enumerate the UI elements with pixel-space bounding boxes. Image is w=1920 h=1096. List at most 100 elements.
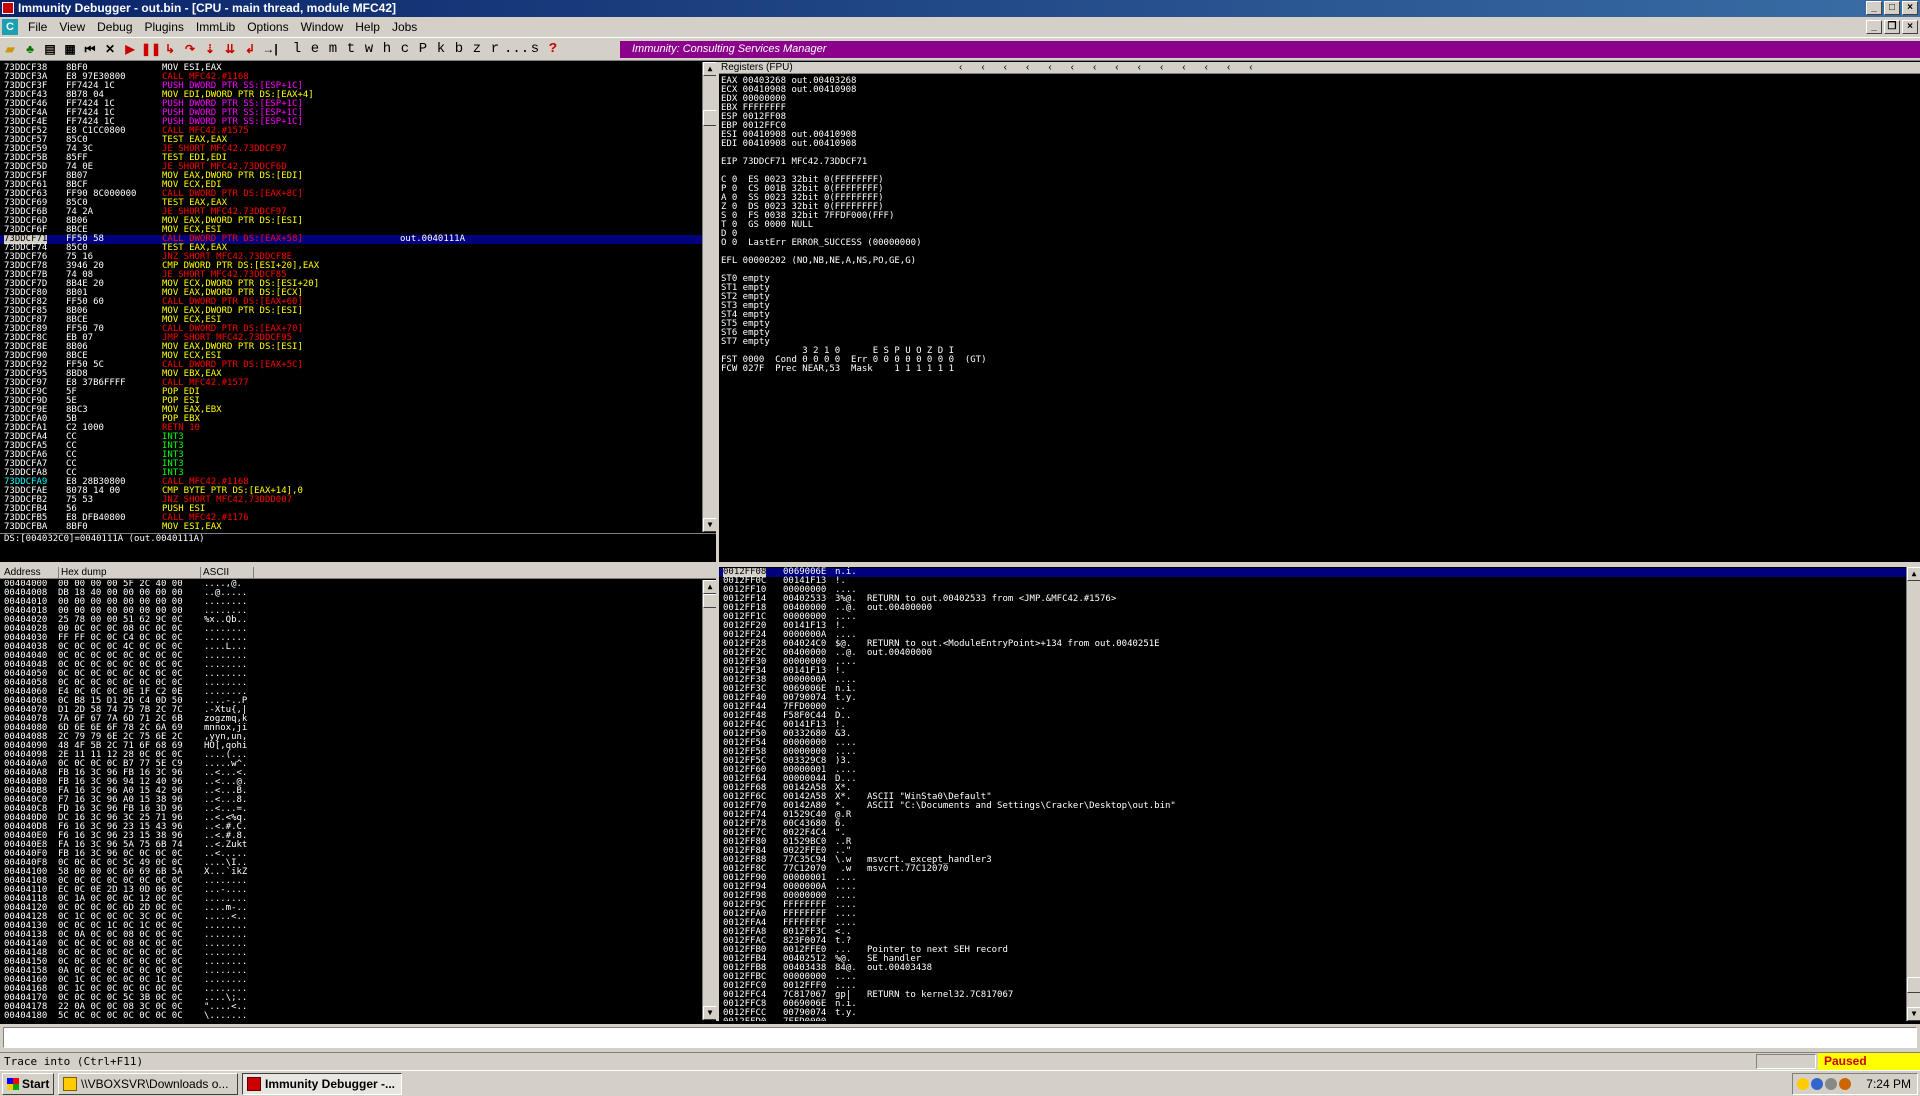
- pause-icon[interactable]: ❚❚: [141, 40, 161, 58]
- disasm-row[interactable]: 73DDCF5F 8B07 MOV EAX,DWORD PTR DS:[EDI]: [0, 172, 716, 181]
- step-into-icon[interactable]: ↳: [161, 40, 179, 58]
- close-debuggee-icon[interactable]: ✕: [101, 40, 119, 58]
- disasm-row[interactable]: 73DDCF5B 85FF TEST EDI,EDI: [0, 154, 716, 163]
- register-line[interactable]: ST2 empty: [721, 293, 1920, 302]
- stack-row[interactable]: 0012FF2C 00400000 ..@. out.00400000: [719, 649, 1920, 658]
- mdi-minimize-icon[interactable]: _: [1866, 20, 1882, 34]
- stack-row[interactable]: 0012FFC8 0069006E n.i.: [719, 1000, 1920, 1009]
- menu-view[interactable]: View: [53, 20, 91, 34]
- stack-row[interactable]: 0012FF50 00332680 &3.: [719, 730, 1920, 739]
- tool-t[interactable]: t: [342, 40, 360, 58]
- stack-row[interactable]: 0012FF9C FFFFFFFF....: [719, 901, 1920, 910]
- menu-plugins[interactable]: Plugins: [139, 20, 190, 34]
- stack-row[interactable]: 0012FF80 01529BC0 ..R: [719, 838, 1920, 847]
- disasm-row[interactable]: 73DDCF85 8B06 MOV EAX,DWORD PTR DS:[ESI]: [0, 307, 716, 316]
- step-over-icon[interactable]: ↷: [181, 40, 199, 58]
- disasm-row[interactable]: 73DDCF80 8B01 MOV EAX,DWORD PTR DS:[ECX]: [0, 289, 716, 298]
- register-line[interactable]: EDX 00000000: [721, 95, 1920, 104]
- register-line[interactable]: [721, 266, 1920, 275]
- stack-row[interactable]: 0012FF18 00400000 ..@. out.00400000: [719, 604, 1920, 613]
- shield-icon[interactable]: [1797, 1078, 1809, 1090]
- register-line[interactable]: T 0 GS 0000 NULL: [721, 221, 1920, 230]
- menu-debug[interactable]: Debug: [91, 20, 138, 34]
- memory-icon[interactable]: ▦: [61, 40, 79, 58]
- disasm-row[interactable]: 73DDCFA4 CC INT3: [0, 433, 716, 442]
- tool-b[interactable]: b: [450, 40, 468, 58]
- stack-row[interactable]: 0012FFA8 0012FF3C <..: [719, 928, 1920, 937]
- trace-over-icon[interactable]: ⇊: [221, 40, 239, 58]
- command-input[interactable]: [3, 1027, 1917, 1048]
- stack-row[interactable]: 0012FF70 00142A80 *. ASCII "C:\Documents an…: [719, 802, 1920, 811]
- tool-more[interactable]: ...: [504, 40, 529, 58]
- disasm-row[interactable]: 73DDCF3F FF7424 1C PUSH DWORD PTR SS:[ESP+…: [0, 82, 716, 91]
- consulting-banner[interactable]: Immunity: Consulting Services Manager: [620, 41, 1920, 58]
- stack-row[interactable]: 0012FF74 01529C40 @.R: [719, 811, 1920, 820]
- stack-row[interactable]: 0012FF5C 003329C8)3.: [719, 757, 1920, 766]
- disasm-row[interactable]: 73DDCF71 FF50 58 CALL DWORD PTR DS:[EAX+58…: [0, 235, 716, 244]
- stack-row[interactable]: 0012FF7C 0022F4C4 ".: [719, 829, 1920, 838]
- disasm-row[interactable]: 73DDCF6F 8BCE MOV ECX,ESI: [0, 226, 716, 235]
- stack-row[interactable]: 0012FF60 00000001....: [719, 766, 1920, 775]
- disasm-row[interactable]: 73DDCFB5 E8 DFB40800 CALL MFC42.#1176: [0, 514, 716, 523]
- volume-icon[interactable]: [1825, 1078, 1837, 1090]
- register-line[interactable]: FCW 027F Prec NEAR,53 Mask 1 1 1 1 1 1: [721, 365, 1920, 374]
- maximize-icon[interactable]: □: [1884, 1, 1900, 15]
- register-line[interactable]: ST0 empty: [721, 275, 1920, 284]
- menu-file[interactable]: File: [22, 20, 53, 34]
- tool-p[interactable]: P: [414, 40, 432, 58]
- register-line[interactable]: ECX 00410908 out.00410908: [721, 86, 1920, 95]
- disasm-row[interactable]: 73DDCFAE 8078 14 00 CMP BYTE PTR DS:[EAX+1…: [0, 487, 716, 496]
- network-icon[interactable]: [1811, 1078, 1823, 1090]
- dump-scroll-thumb[interactable]: [703, 594, 716, 608]
- registers-pane[interactable]: EAX 00403268 out.00403268 ECX 00410908 ou…: [719, 75, 1920, 562]
- attach-icon[interactable]: ♣: [21, 40, 39, 58]
- menu-jobs[interactable]: Jobs: [386, 20, 423, 34]
- stack-scroll-thumb[interactable]: [1907, 977, 1920, 993]
- disasm-row[interactable]: 73DDCFA7 CC INT3: [0, 460, 716, 469]
- execute-till-return-icon[interactable]: ↲: [241, 40, 259, 58]
- disasm-row[interactable]: 73DDCFA1 C2 1000 RETN 10: [0, 424, 716, 433]
- scroll-down-icon[interactable]: ▼: [703, 518, 716, 532]
- disasm-row[interactable]: 73DDCF90 8BCE MOV ECX,ESI: [0, 352, 716, 361]
- register-line[interactable]: O 0 LastErr ERROR_SUCCESS (00000000): [721, 239, 1920, 248]
- disasm-row[interactable]: 73DDCFA6 CC INT3: [0, 451, 716, 460]
- tool-e[interactable]: e: [306, 40, 324, 58]
- stack-row[interactable]: 0012FF34 00141F13!.: [719, 667, 1920, 676]
- disasm-row[interactable]: 73DDCF9C 5F POP EDI: [0, 388, 716, 397]
- disasm-row[interactable]: 73DDCFB2 75 53 JNZ SHORT MFC42.73DDD007: [0, 496, 716, 505]
- stack-row[interactable]: 0012FF48 F58F0C44 D..: [719, 712, 1920, 721]
- tool-h[interactable]: h: [378, 40, 396, 58]
- disasm-row[interactable]: 73DDCF87 8BCE MOV ECX,ESI: [0, 316, 716, 325]
- taskbar-item-immunity[interactable]: Immunity Debugger -...: [242, 1072, 402, 1095]
- disasm-row[interactable]: 73DDCFA5 CC INT3: [0, 442, 716, 451]
- menu-help[interactable]: Help: [349, 20, 386, 34]
- stack-row[interactable]: 0012FFB8 00403438 84@. out.00403438: [719, 964, 1920, 973]
- register-line[interactable]: ST5 empty: [721, 320, 1920, 329]
- register-line[interactable]: P 0 CS 001B 32bit 0(FFFFFFFF): [721, 185, 1920, 194]
- register-line[interactable]: S 0 FS 0038 32bit 7FFDF000(FFF): [721, 212, 1920, 221]
- stack-row[interactable]: 0012FF58 00000000....: [719, 748, 1920, 757]
- stack-row[interactable]: 0012FF44 7FFD0000..: [719, 703, 1920, 712]
- disasm-row[interactable]: 73DDCF57 85C0 TEST EAX,EAX: [0, 136, 716, 145]
- stack-row[interactable]: 0012FFC4 7C817067 gp| RETURN to kernel32.7C…: [719, 991, 1920, 1000]
- dump-row[interactable]: 00404180 5C 0C 0C 0C 0C 0C 0C 0C \.......: [0, 1012, 716, 1021]
- register-line[interactable]: [721, 167, 1920, 176]
- disasm-row[interactable]: 73DDCF6D 8B06 MOV EAX,DWORD PTR DS:[ESI]: [0, 217, 716, 226]
- stack-row[interactable]: 0012FFA4 FFFFFFFF....: [719, 919, 1920, 928]
- tool-w[interactable]: w: [360, 40, 378, 58]
- tool-z[interactable]: z: [468, 40, 486, 58]
- disasm-row[interactable]: 73DDCFA0 5B POP EBX: [0, 415, 716, 424]
- disassembly-scrollbar[interactable]: ▲ ▼: [702, 62, 716, 532]
- tool-c[interactable]: c: [396, 40, 414, 58]
- disasm-row[interactable]: 73DDCF63 FF90 8C000000 CALL DWORD PTR DS:[…: [0, 190, 716, 199]
- disasm-row[interactable]: 73DDCF5D 74 0E JE SHORT MFC42.73DDCF6D: [0, 163, 716, 172]
- go-to-icon[interactable]: →|: [261, 40, 279, 58]
- disasm-row[interactable]: 73DDCF78 3946 20 CMP DWORD PTR DS:[ESI+20]…: [0, 262, 716, 271]
- dump-col-hex[interactable]: Hex dump: [58, 567, 107, 579]
- register-line[interactable]: EIP 73DDCF71 MFC42.73DDCF71: [721, 158, 1920, 167]
- register-line[interactable]: ST6 empty: [721, 329, 1920, 338]
- stack-pane[interactable]: 0012FF08 0069006E n.i. 0012FF0C 00141F13!. 00…: [719, 567, 1920, 1021]
- stack-row[interactable]: 0012FF4C 00141F13!.: [719, 721, 1920, 730]
- disasm-row[interactable]: 73DDCF92 FF50 5C CALL DWORD PTR DS:[EAX+5C…: [0, 361, 716, 370]
- log-icon[interactable]: ▤: [41, 40, 59, 58]
